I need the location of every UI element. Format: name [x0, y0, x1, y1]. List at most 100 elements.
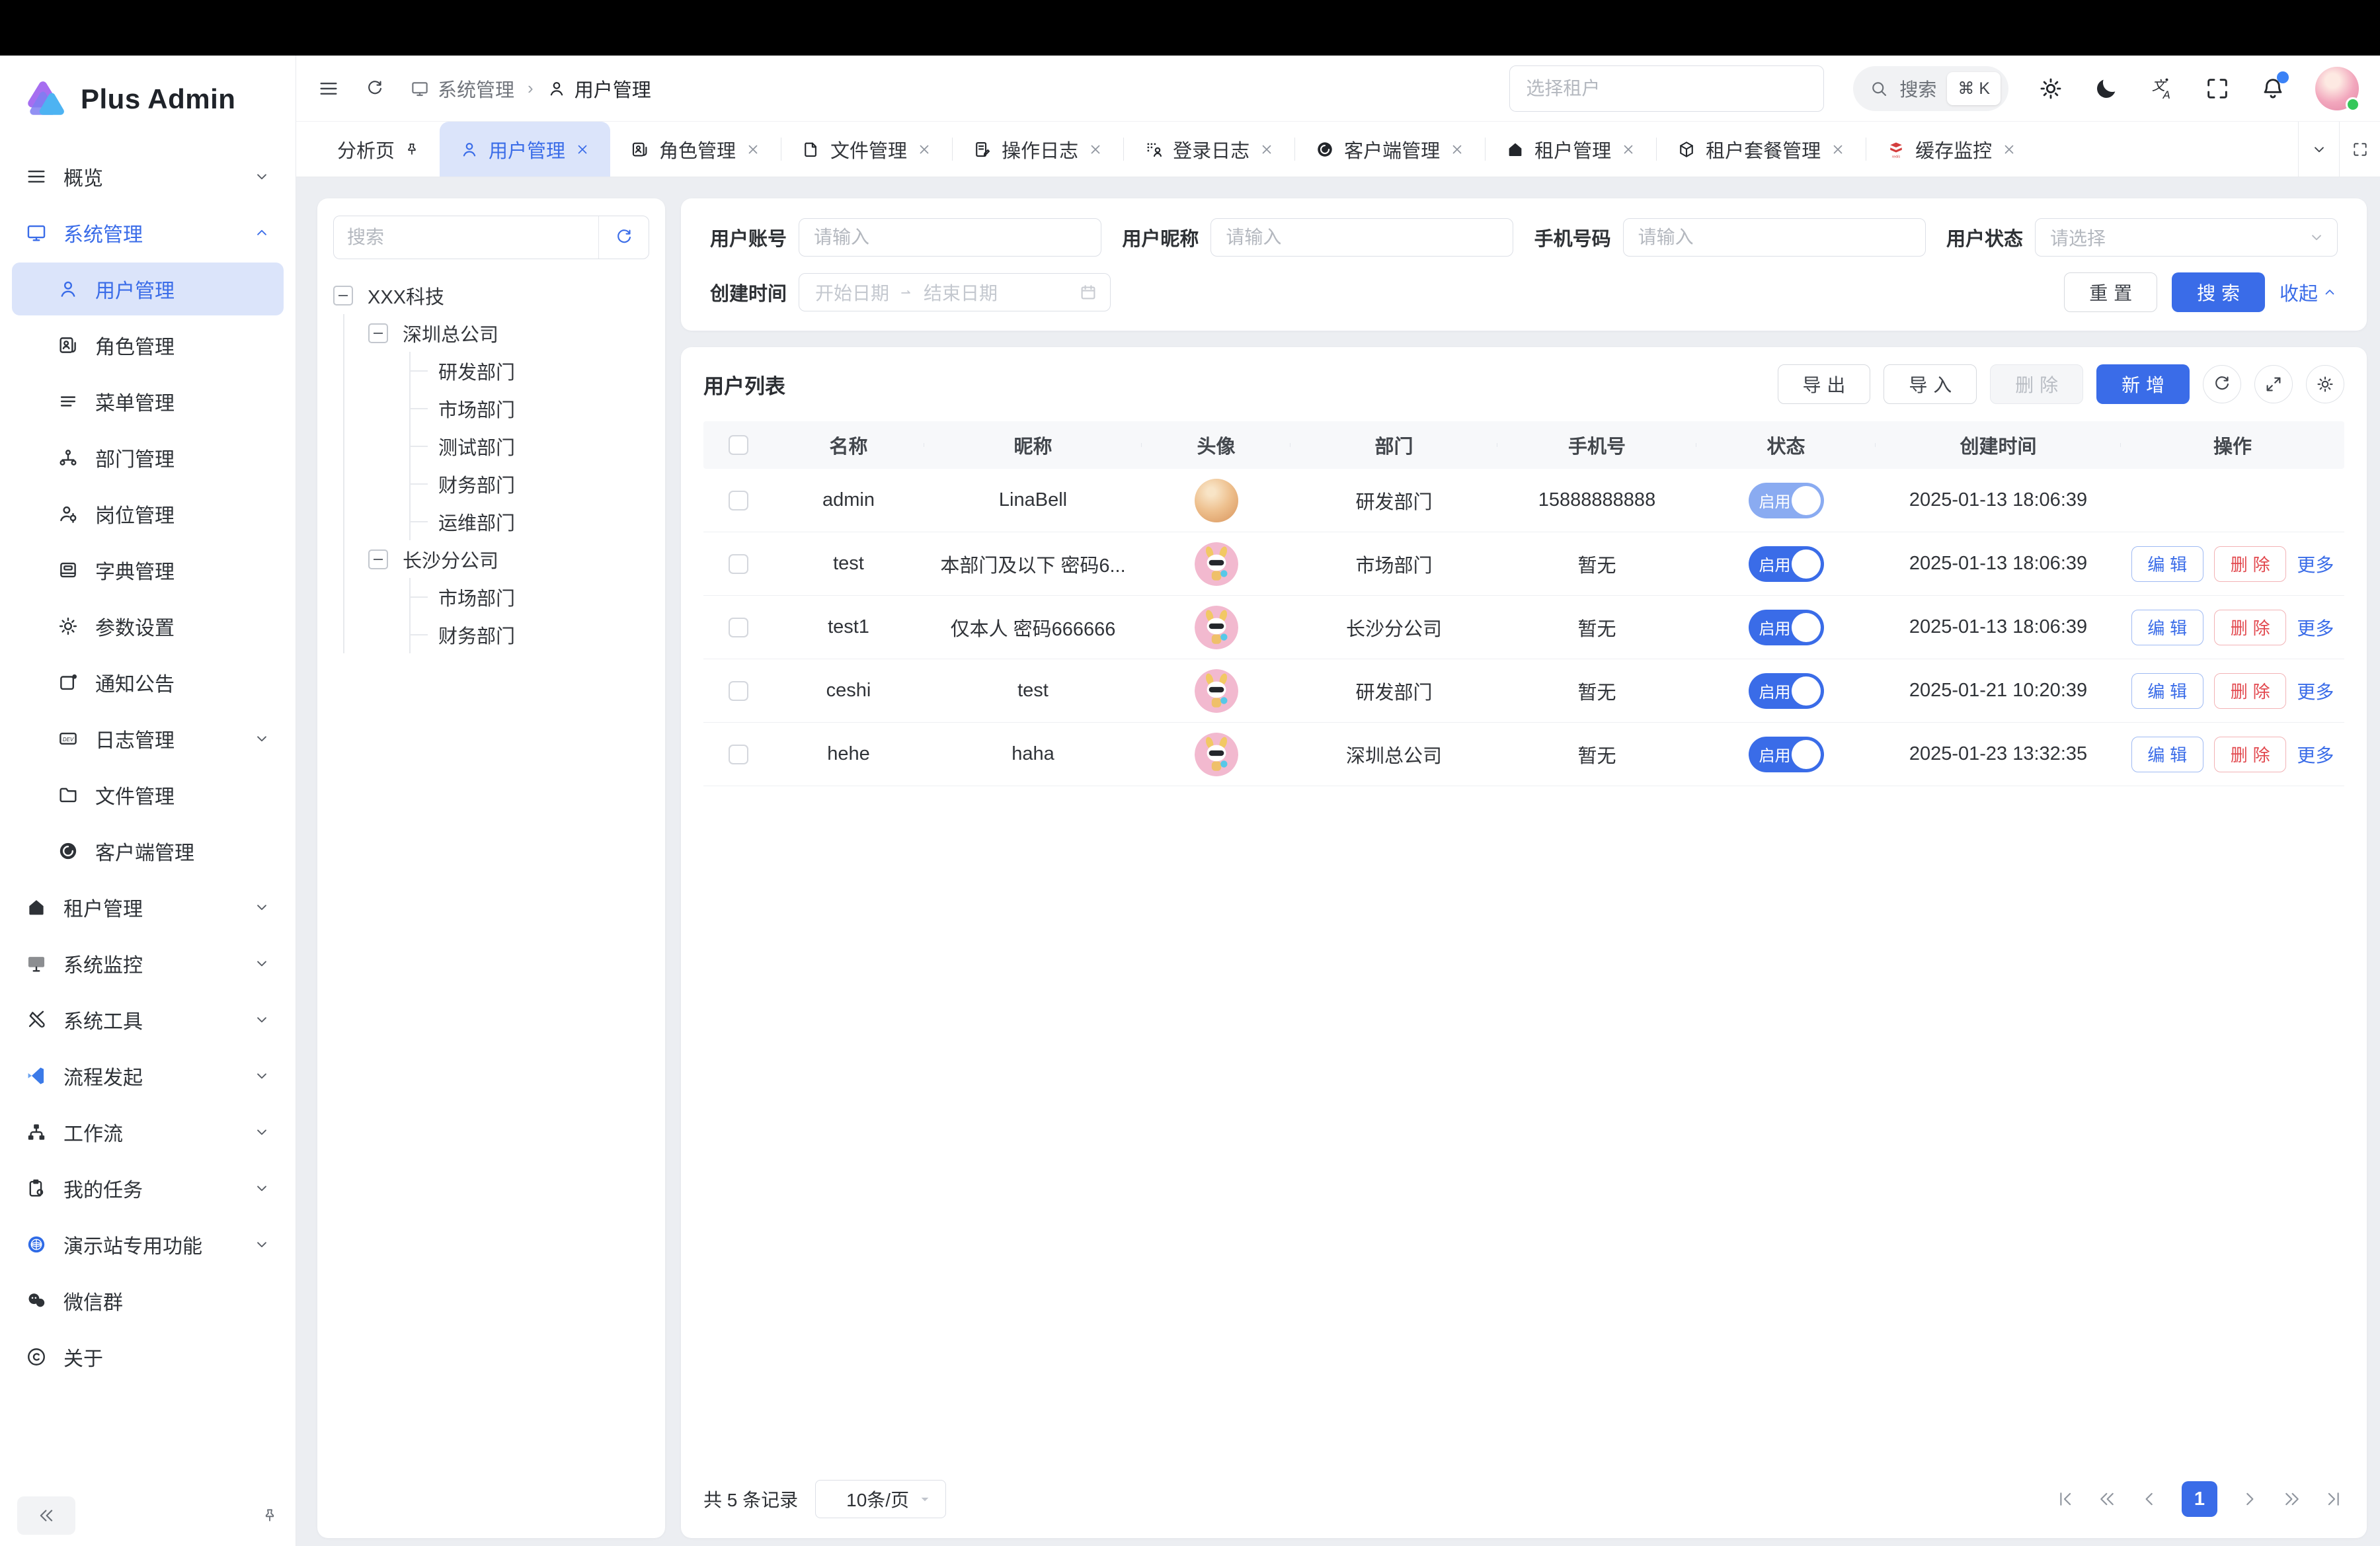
delete-button[interactable]: 删除 — [2214, 546, 2286, 582]
avatar[interactable] — [2315, 67, 2359, 110]
language-button[interactable]: 文A — [2149, 75, 2175, 102]
tree-node[interactable]: 财务部门 — [411, 465, 649, 503]
row-checkbox[interactable] — [729, 681, 748, 701]
pin-icon[interactable] — [261, 1507, 278, 1524]
table-settings-button[interactable] — [2306, 365, 2344, 403]
row-checkbox[interactable] — [729, 618, 748, 637]
close-icon[interactable] — [916, 142, 932, 157]
sidebar-item-file-mgmt[interactable]: 文件管理 — [12, 768, 284, 821]
collapse-box-icon[interactable] — [368, 549, 388, 569]
delete-button[interactable]: 删除 — [1990, 364, 2083, 404]
tab-login-log[interactable]: 登录日志 — [1124, 122, 1294, 177]
close-icon[interactable] — [1620, 142, 1636, 157]
refresh-icon[interactable] — [365, 79, 385, 99]
collapse-box-icon[interactable] — [368, 323, 388, 343]
more-button[interactable]: 更多 — [2297, 551, 2334, 577]
row-checkbox[interactable] — [729, 745, 748, 764]
sidebar-item-client-mgmt[interactable]: 客户端管理 — [12, 825, 284, 877]
global-search-button[interactable]: 搜索 ⌘ K — [1853, 66, 2008, 111]
close-icon[interactable] — [575, 142, 590, 157]
sidebar-item-menu-mgmt[interactable]: 菜单管理 — [12, 375, 284, 428]
first-page-button[interactable] — [2055, 1489, 2075, 1509]
sidebar-item-process-start[interactable]: 流程发起 — [12, 1049, 284, 1102]
more-button[interactable]: 更多 — [2297, 614, 2334, 641]
content-fullscreen-button[interactable] — [2339, 122, 2380, 177]
tree-node[interactable]: 研发部门 — [411, 352, 649, 389]
tree-node[interactable]: 运维部门 — [411, 503, 649, 540]
status-toggle[interactable]: 启用 — [1749, 546, 1824, 582]
search-button[interactable]: 搜索 — [2172, 272, 2265, 312]
close-icon[interactable] — [1088, 142, 1103, 157]
tab-tenant-mgmt[interactable]: 租户管理 — [1486, 122, 1656, 177]
sidebar-item-system-tools[interactable]: 系统工具 — [12, 993, 284, 1046]
status-select[interactable]: 请选择 — [2035, 218, 2338, 257]
edit-button[interactable]: 编辑 — [2131, 610, 2203, 645]
tree-node[interactable]: 测试部门 — [411, 427, 649, 465]
prev-5-pages-button[interactable] — [2097, 1489, 2117, 1509]
date-range-input[interactable]: 开始日期 结束日期 — [799, 273, 1111, 311]
account-input[interactable] — [799, 218, 1101, 257]
sidebar-item-about[interactable]: 关于 — [12, 1330, 284, 1383]
sidebar-item-my-tasks[interactable]: 我的任务 — [12, 1162, 284, 1215]
row-checkbox[interactable] — [729, 491, 748, 510]
sidebar-item-system-mgmt[interactable]: 系统管理 — [12, 206, 284, 259]
delete-button[interactable]: 删除 — [2214, 610, 2286, 645]
current-page-button[interactable]: 1 — [2182, 1481, 2217, 1517]
tree-node[interactable]: 市场部门 — [411, 389, 649, 427]
tab-analysis[interactable]: 分析页 — [317, 122, 440, 177]
import-button[interactable]: 导入 — [1884, 364, 1977, 404]
tab-file-mgmt[interactable]: 文件管理 — [781, 122, 952, 177]
tree-node[interactable]: 长沙分公司 — [344, 540, 649, 578]
tree-node[interactable]: 市场部门 — [411, 578, 649, 616]
sidebar-collapse-button[interactable] — [17, 1496, 75, 1535]
tree-node[interactable]: 深圳总公司 — [344, 314, 649, 352]
sidebar-item-post-mgmt[interactable]: 岗位管理 — [12, 487, 284, 540]
close-icon[interactable] — [1449, 142, 1465, 157]
sidebar-item-dept-mgmt[interactable]: 部门管理 — [12, 431, 284, 484]
collapse-box-icon[interactable] — [333, 286, 353, 305]
next-5-pages-button[interactable] — [2282, 1489, 2302, 1509]
sidebar-item-tenant-mgmt[interactable]: 租户管理 — [12, 881, 284, 934]
tab-list-dropdown-button[interactable] — [2298, 122, 2339, 177]
sidebar-item-workflow[interactable]: 工作流 — [12, 1106, 284, 1159]
sidebar-item-dict-mgmt[interactable]: 字典管理 — [12, 544, 284, 596]
more-button[interactable]: 更多 — [2297, 678, 2334, 704]
next-page-button[interactable] — [2240, 1489, 2260, 1509]
sidebar-item-user-mgmt[interactable]: 用户管理 — [12, 263, 284, 315]
table-refresh-button[interactable] — [2203, 365, 2241, 403]
tab-cache-monitor[interactable]: redis 缓存监控 — [1866, 122, 2037, 177]
close-icon[interactable] — [2001, 142, 2017, 157]
edit-button[interactable]: 编辑 — [2131, 737, 2203, 772]
sidebar-item-param-settings[interactable]: 参数设置 — [12, 600, 284, 653]
tab-role-mgmt[interactable]: 角色管理 — [610, 122, 781, 177]
tree-refresh-button[interactable] — [598, 216, 649, 259]
nickname-input[interactable] — [1210, 218, 1513, 257]
status-toggle[interactable]: 启用 — [1749, 610, 1824, 645]
fullscreen-button[interactable] — [2204, 75, 2231, 102]
tab-operation-log[interactable]: 操作日志 — [953, 122, 1123, 177]
tree-node[interactable]: XXX科技 — [333, 276, 649, 314]
status-toggle[interactable]: 启用 — [1749, 483, 1824, 518]
close-icon[interactable] — [745, 142, 761, 157]
tree-node[interactable]: 财务部门 — [411, 616, 649, 653]
sidebar-toggle-icon[interactable] — [317, 77, 340, 100]
sidebar-item-overview[interactable]: 概览 — [12, 150, 284, 203]
breadcrumb-page[interactable]: 用户管理 — [547, 75, 651, 102]
edit-button[interactable]: 编辑 — [2131, 673, 2203, 709]
tab-tenant-package-mgmt[interactable]: 租户套餐管理 — [1657, 122, 1866, 177]
row-checkbox[interactable] — [729, 554, 748, 574]
more-button[interactable]: 更多 — [2297, 741, 2334, 768]
close-icon[interactable] — [1830, 142, 1846, 157]
sidebar-item-wechat-group[interactable]: 微信群 — [12, 1274, 284, 1327]
status-toggle[interactable]: 启用 — [1749, 737, 1824, 772]
delete-button[interactable]: 删除 — [2214, 737, 2286, 772]
breadcrumb-section[interactable]: 系统管理 — [410, 75, 514, 102]
add-button[interactable]: 新增 — [2096, 364, 2190, 404]
notifications-button[interactable] — [2260, 75, 2286, 102]
last-page-button[interactable] — [2324, 1489, 2344, 1509]
tree-search-input[interactable] — [334, 227, 598, 248]
tenant-select-input[interactable] — [1509, 65, 1824, 112]
sidebar-item-log-mgmt[interactable]: DEV 日志管理 — [12, 712, 284, 765]
status-toggle[interactable]: 启用 — [1749, 673, 1824, 709]
settings-button[interactable] — [2038, 75, 2064, 102]
